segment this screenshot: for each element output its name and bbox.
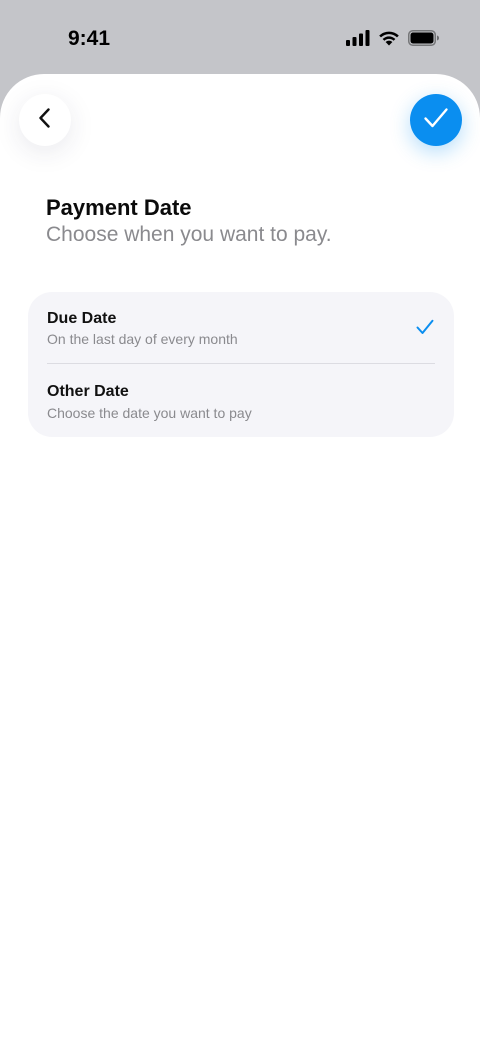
confirm-button[interactable]: [410, 94, 462, 146]
wifi-icon: [378, 30, 400, 46]
checkmark-icon: [423, 107, 449, 134]
page-title: Payment Date: [46, 195, 192, 220]
option-other-date[interactable]: Other Date Choose the date you want to p…: [28, 364, 454, 436]
page-subtitle: Choose when you want to pay.: [46, 223, 332, 246]
chevron-left-icon: [37, 107, 53, 134]
option-title: Other Date: [47, 383, 129, 400]
option-description: On the last day of every month: [47, 331, 238, 347]
payment-date-sheet: Payment Date Choose when you want to pay…: [0, 74, 480, 1043]
signal-icon: [346, 30, 370, 46]
selected-check-icon: [416, 319, 434, 340]
status-bar: 9:41: [0, 0, 480, 75]
status-icons: [346, 30, 440, 46]
back-button[interactable]: [19, 94, 71, 146]
battery-icon: [408, 30, 440, 46]
payment-date-options: Due Date On the last day of every month …: [28, 292, 454, 437]
option-description: Choose the date you want to pay: [47, 405, 252, 421]
status-time: 9:41: [68, 27, 111, 50]
option-title: Due Date: [47, 310, 117, 327]
option-due-date[interactable]: Due Date On the last day of every month: [28, 292, 454, 364]
